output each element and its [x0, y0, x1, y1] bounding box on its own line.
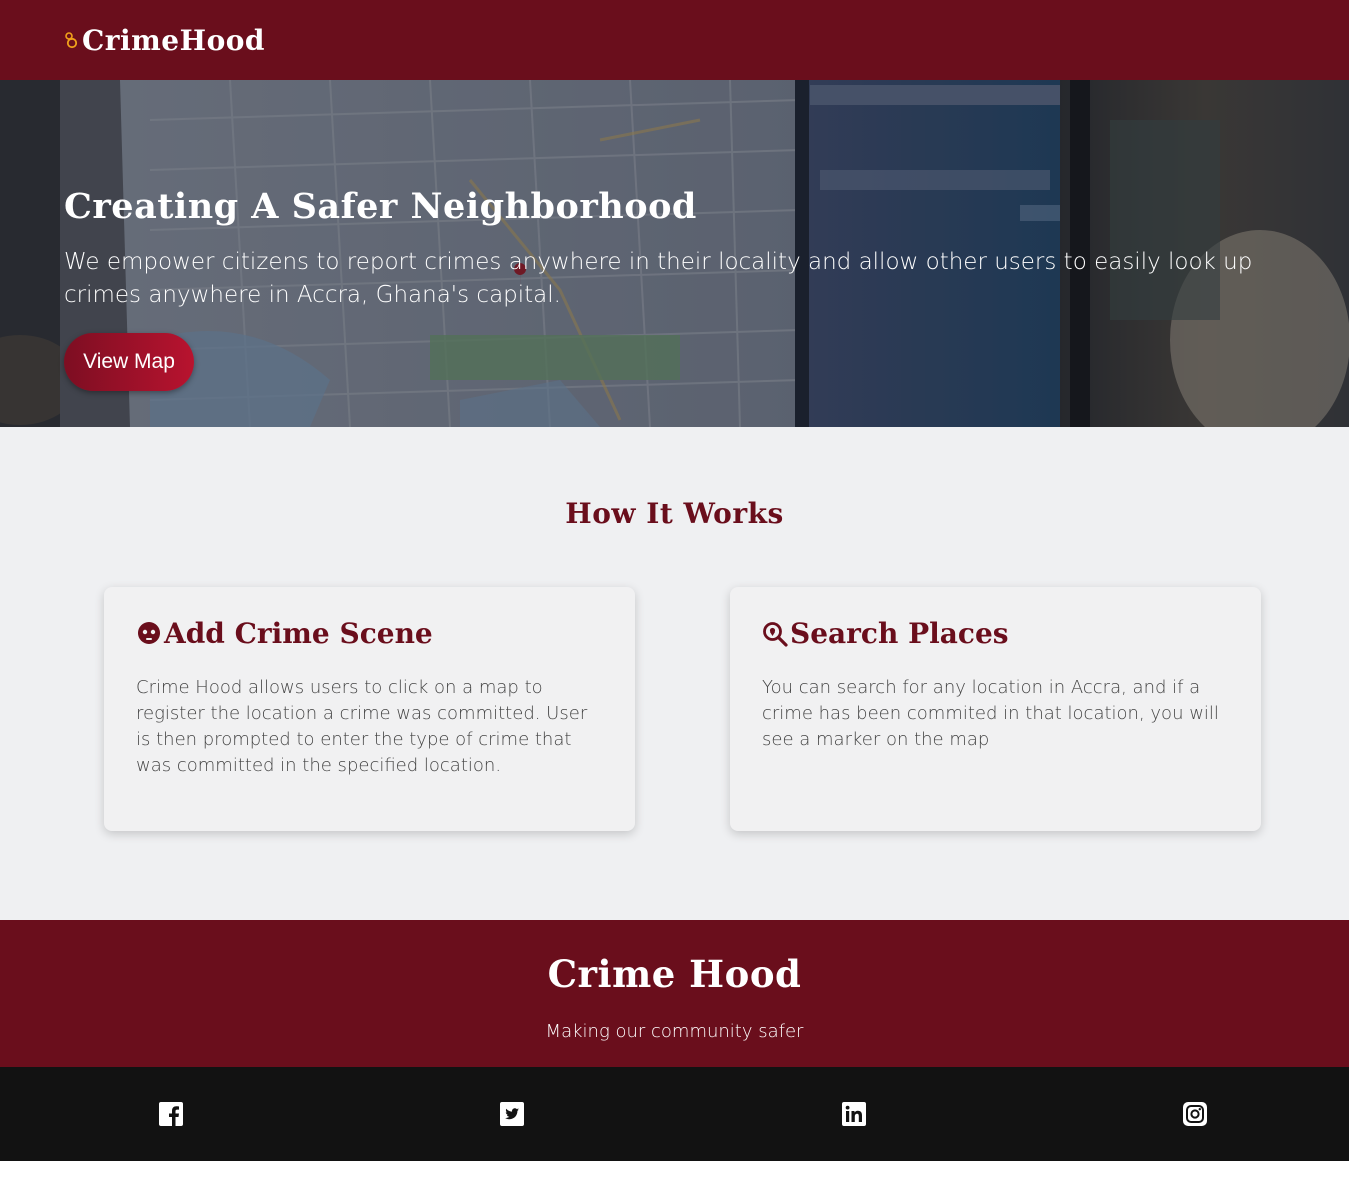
card-header: Search Places	[762, 617, 1009, 650]
hero-description: We empower citizens to report crimes any…	[64, 249, 1253, 308]
feature-card-add-crime-scene: Add Crime Scene Crime Hood allows users …	[104, 587, 635, 831]
instagram-icon[interactable]	[1183, 1102, 1207, 1126]
footer-brand: Crime Hood	[547, 952, 802, 996]
footer-tagline: Making our community safer	[545, 1021, 804, 1042]
footer: Crime Hood Making our community safer	[0, 920, 1349, 1067]
facebook-icon[interactable]	[159, 1102, 183, 1126]
card-title: Add Crime Scene	[164, 617, 433, 650]
card-title: Search Places	[790, 617, 1009, 650]
brand-name: CrimeHood	[82, 23, 265, 57]
masked-robber-icon	[136, 621, 162, 647]
linkedin-icon[interactable]	[842, 1102, 866, 1126]
view-map-button[interactable]: View Map	[64, 333, 194, 391]
twitter-icon[interactable]	[500, 1102, 524, 1126]
hero-title: Creating A Safer Neighborhood	[64, 186, 697, 227]
feature-card-search-places: Search Places You can search for any loc…	[730, 587, 1261, 831]
navbar: CrimeHood	[0, 0, 1349, 80]
brand-logo[interactable]: CrimeHood	[64, 20, 265, 60]
card-header: Add Crime Scene	[136, 617, 433, 650]
page-bottom-spacer	[0, 1161, 1349, 1187]
hero-section: Creating A Safer Neighborhood We empower…	[0, 80, 1349, 427]
search-location-icon	[762, 621, 788, 647]
social-links-bar	[0, 1067, 1349, 1161]
card-description: Crime Hood allows users to click on a ma…	[136, 677, 588, 776]
section-title: How It Works	[565, 497, 784, 530]
handcuffs-icon	[64, 30, 80, 50]
card-description: You can search for any location in Accra…	[762, 677, 1219, 750]
how-it-works-section: How It Works Add Crime Scene Crime Hood …	[0, 427, 1349, 920]
